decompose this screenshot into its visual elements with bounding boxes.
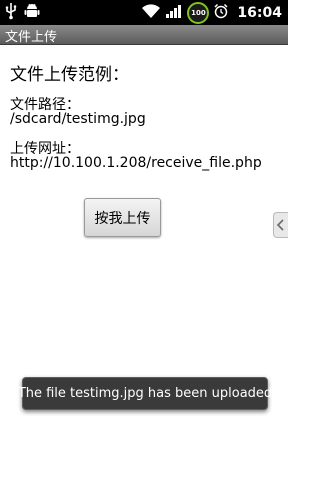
arrow-left-icon: [276, 216, 286, 235]
usb-icon: [4, 2, 18, 24]
status-right-icons: 100 16:04: [141, 0, 282, 25]
status-left-icons: [4, 2, 40, 24]
toast-message: The file testimg.jpg has been uploaded: [18, 377, 272, 410]
file-path-value: /sdcard/testimg.jpg: [10, 111, 146, 127]
upload-button[interactable]: 按我上传: [84, 198, 161, 237]
battery-icon: 100: [187, 1, 210, 24]
app-title: 文件上传: [5, 30, 58, 45]
app-title-bar: 文件上传: [0, 25, 288, 45]
alarm-icon: [213, 3, 229, 23]
page-heading: 文件上传范例：: [10, 65, 129, 85]
status-time: 16:04: [237, 4, 282, 21]
battery-label: 100: [191, 8, 206, 17]
side-drawer-handle[interactable]: [273, 212, 288, 238]
android-debug-icon: [24, 2, 40, 24]
status-bar: 100 16:04: [0, 0, 288, 25]
signal-icon: [165, 3, 183, 23]
upload-url-value: http://10.100.1.208/receive_file.php: [10, 155, 262, 171]
wifi-icon: [141, 3, 161, 23]
